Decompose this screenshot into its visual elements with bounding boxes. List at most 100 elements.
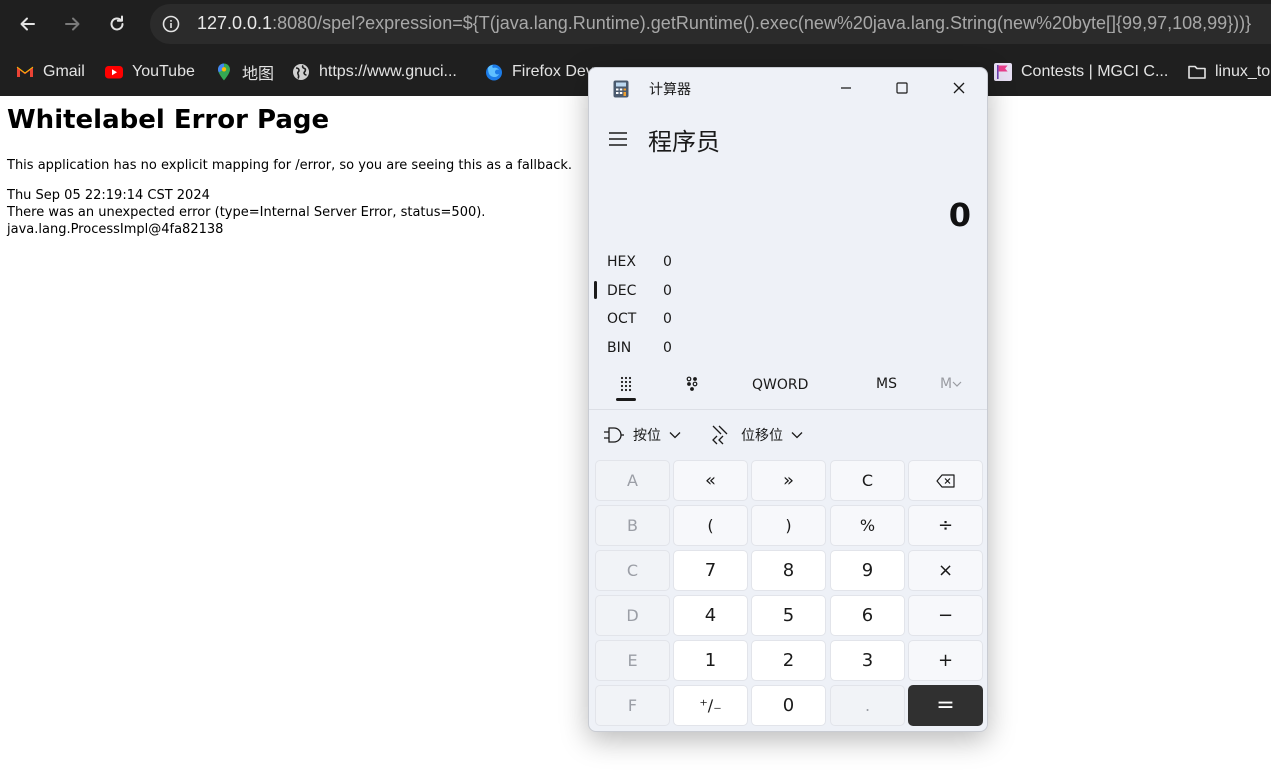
site-info-icon[interactable] (162, 15, 180, 33)
key-minus[interactable]: − (908, 595, 983, 636)
key-right-shift[interactable]: » (751, 460, 826, 501)
key-hex-e[interactable]: E (595, 640, 670, 681)
bookmark-label: YouTube (132, 63, 195, 80)
url-path: :8080/spel?expression=${T(java.lang.Runt… (272, 13, 1252, 33)
key-negate[interactable]: ⁺∕₋ (673, 685, 748, 726)
key-right-paren[interactable]: ) (751, 505, 826, 546)
calculator-titlebar[interactable]: 计算器 (589, 68, 987, 108)
gmail-icon (16, 66, 34, 77)
key-4[interactable]: 4 (673, 595, 748, 636)
bookmark-label: 地图 (242, 66, 275, 83)
divider (589, 409, 987, 410)
close-icon (953, 82, 965, 94)
bookmark-maps[interactable]: 地图 (214, 61, 274, 83)
backspace-icon (935, 473, 955, 488)
maximize-icon (896, 82, 908, 94)
reload-icon (110, 15, 124, 31)
key-8[interactable]: 8 (751, 550, 826, 591)
flag-icon (994, 63, 1012, 81)
active-tab-underline (616, 398, 636, 401)
error-message: java.lang.ProcessImpl@4fa82138 (7, 222, 224, 237)
arrow-right-icon (65, 17, 80, 31)
bookmark-youtube[interactable]: YouTube (104, 61, 195, 83)
window-title: 计算器 (649, 82, 691, 98)
key-hex-c[interactable]: C (595, 550, 670, 591)
page-title: Whitelabel Error Page (7, 105, 330, 135)
url-text: 127.0.0.1:8080/spel?expression=${T(java.… (197, 13, 1251, 34)
key-5[interactable]: 5 (751, 595, 826, 636)
calculator-mode-title: 程序员 (648, 128, 720, 156)
back-button[interactable] (13, 9, 43, 39)
calculator-app-icon (613, 80, 629, 98)
minimize-button[interactable] (823, 72, 869, 104)
key-left-shift[interactable]: « (673, 460, 748, 501)
key-9[interactable]: 9 (830, 550, 905, 591)
bitshift-label: 位移位 (741, 428, 783, 444)
key-decimal[interactable]: . (830, 685, 905, 726)
bookmark-label: Contests | MGCI C... (1021, 63, 1169, 80)
bookmark-mgci[interactable]: Contests | MGCI C... (993, 61, 1168, 83)
bookmark-firefox[interactable]: Firefox Dev (484, 61, 594, 83)
key-hex-b[interactable]: B (595, 505, 670, 546)
bookmark-label: linux_to (1215, 63, 1271, 80)
hamburger-menu-icon[interactable] (607, 128, 629, 150)
bit-toggle-keypad-tab[interactable] (679, 372, 705, 398)
key-1[interactable]: 1 (673, 640, 748, 681)
key-modulo[interactable]: % (830, 505, 905, 546)
chevron-down-icon (669, 432, 681, 439)
radix-selection-indicator (594, 281, 597, 299)
folder-icon (1188, 65, 1206, 79)
key-7[interactable]: 7 (673, 550, 748, 591)
error-timestamp: Thu Sep 05 22:19:14 CST 2024 (7, 188, 210, 203)
chevron-down-icon (952, 381, 962, 387)
key-0[interactable]: 0 (751, 685, 826, 726)
radix-label: BIN (607, 340, 632, 356)
radix-label: OCT (607, 311, 637, 327)
address-bar[interactable]: 127.0.0.1:8080/spel?expression=${T(java.… (150, 4, 1271, 44)
bookmark-label: https://www.gnuci... (319, 63, 457, 80)
bitwise-label: 按位 (633, 428, 661, 444)
radix-label: DEC (607, 283, 637, 299)
minimize-icon (841, 87, 851, 89)
key-backspace[interactable] (908, 460, 983, 501)
key-multiply[interactable]: × (908, 550, 983, 591)
radix-label: HEX (607, 254, 636, 270)
key-clear[interactable]: C (830, 460, 905, 501)
radix-value: 0 (663, 283, 672, 299)
chevron-down-icon (791, 432, 803, 439)
bitwise-dropdown[interactable]: 按位 (603, 424, 681, 446)
full-keypad-tab[interactable] (613, 372, 639, 398)
key-6[interactable]: 6 (830, 595, 905, 636)
bookmark-folder-linux[interactable]: linux_to (1187, 61, 1270, 83)
key-hex-d[interactable]: D (595, 595, 670, 636)
radix-value: 0 (663, 311, 672, 327)
close-button[interactable] (936, 72, 982, 104)
key-divide[interactable]: ÷ (908, 505, 983, 546)
firefox-icon (486, 64, 502, 81)
bookmark-gnu[interactable]: https://www.gnuci... (291, 61, 457, 83)
key-equals[interactable]: = (908, 685, 983, 726)
key-plus[interactable]: + (908, 640, 983, 681)
bit-shift-icon (712, 425, 728, 445)
memory-store-button[interactable]: MS (876, 376, 897, 392)
error-detail: There was an unexpected error (type=Inte… (7, 205, 486, 220)
bookmark-gmail[interactable]: Gmail (15, 61, 85, 83)
maximize-button[interactable] (879, 72, 925, 104)
word-size-button[interactable]: QWORD (752, 377, 808, 393)
bit-toggle-icon (686, 376, 698, 391)
key-hex-f[interactable]: F (595, 685, 670, 726)
forward-button[interactable] (57, 9, 87, 39)
result-display: 0 (948, 196, 971, 234)
logic-gate-icon (604, 427, 624, 443)
bookmark-label: Gmail (43, 63, 85, 80)
key-2[interactable]: 2 (751, 640, 826, 681)
key-hex-a[interactable]: A (595, 460, 670, 501)
memory-menu-button[interactable]: M (940, 376, 962, 392)
browser-toolbar: 127.0.0.1:8080/spel?expression=${T(java.… (0, 0, 1271, 48)
bookmark-label: Firefox Dev (512, 63, 594, 80)
reload-button[interactable] (102, 9, 132, 39)
bitshift-dropdown[interactable]: 位移位 (711, 424, 803, 446)
keypad-grid-icon (620, 376, 632, 392)
key-3[interactable]: 3 (830, 640, 905, 681)
key-left-paren[interactable]: ( (673, 505, 748, 546)
